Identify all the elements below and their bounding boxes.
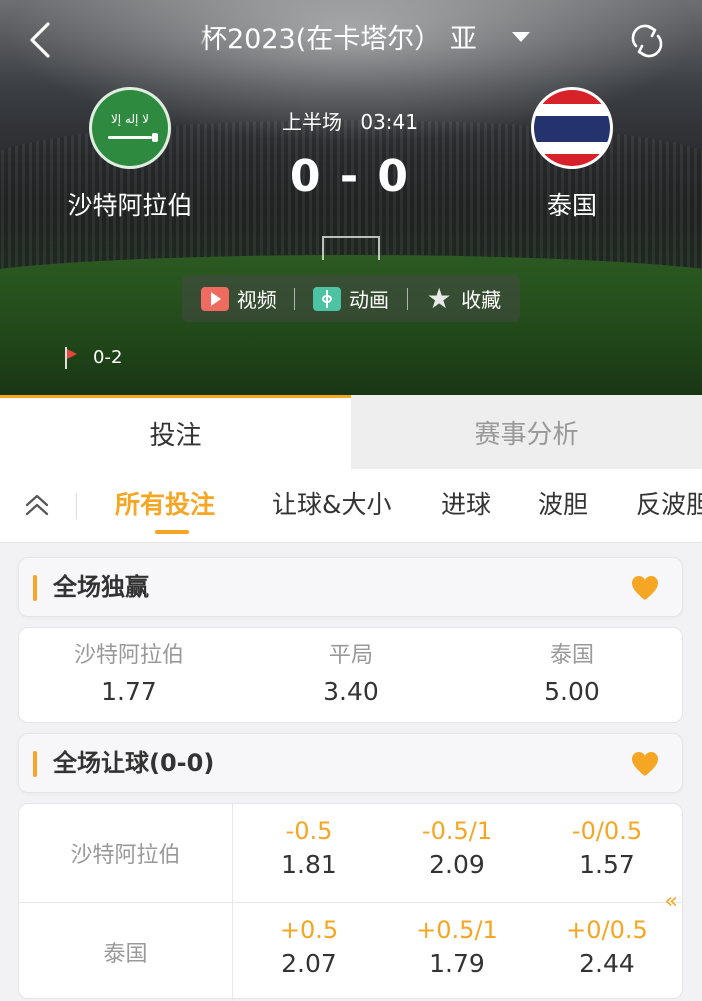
heart-icon bbox=[632, 576, 658, 600]
handicap-line: -0.5 bbox=[285, 817, 333, 845]
odds-option-label: 平局 bbox=[328, 643, 373, 668]
handicap-line: +0.5/1 bbox=[416, 916, 498, 944]
odds-option-draw[interactable]: 平局 3.40 bbox=[241, 638, 461, 710]
handicap-odds-cell[interactable]: -0/0.5 1.57 bbox=[532, 814, 682, 882]
odds-value: 1.57 bbox=[579, 850, 635, 879]
corner-count-value: 0-2 bbox=[93, 347, 123, 368]
odds-value: 5.00 bbox=[544, 677, 600, 706]
favorite-market-button[interactable] bbox=[630, 750, 660, 778]
favorite-label: 收藏 bbox=[461, 288, 502, 312]
refresh-button[interactable] bbox=[628, 22, 666, 60]
handicap-odds-cell[interactable]: +0/0.5 2.44 bbox=[532, 913, 682, 981]
favorite-button[interactable]: ★ 收藏 bbox=[425, 281, 502, 315]
handicap-line: +0.5 bbox=[279, 916, 339, 944]
match-status: 上半场 03:41 bbox=[250, 109, 450, 135]
market-header-full-time-winner[interactable]: 全场独赢 bbox=[18, 557, 683, 617]
handicap-team-name: 沙特阿拉伯 bbox=[19, 804, 233, 902]
odds-value: 3.40 bbox=[323, 677, 379, 706]
odds-option-away[interactable]: 泰国 5.00 bbox=[462, 638, 682, 710]
odds-option-label: 泰国 bbox=[549, 643, 594, 668]
top-bar: 杯2023(在卡塔尔） 亚 bbox=[0, 0, 702, 80]
animation-button[interactable]: 动画 bbox=[312, 284, 389, 313]
odds-card-full-time-winner: 沙特阿拉伯 1.77 平局 3.40 泰国 5.00 bbox=[18, 627, 683, 723]
double-chevron-up-icon bbox=[25, 494, 49, 516]
handicap-line: -0.5/1 bbox=[421, 817, 493, 845]
handicap-team-name: 泰国 bbox=[19, 903, 233, 1001]
collapse-button[interactable] bbox=[22, 491, 52, 521]
flag-stripe bbox=[534, 116, 610, 142]
handicap-line: +0/0.5 bbox=[566, 916, 648, 944]
handicap-odds-cell[interactable]: +0.5 2.07 bbox=[234, 913, 384, 981]
match-hero: 杯2023(在卡塔尔） 亚 ﻻ ﺇﻟﻪ ﺇﻻ 沙特阿拉伯 泰国 上半场 03:4… bbox=[0, 0, 702, 395]
flag-script-mark: ﻻ ﺇﻟﻪ ﺇﻻ bbox=[110, 112, 150, 126]
chevron-left-icon bbox=[30, 22, 50, 58]
heart-icon bbox=[632, 752, 658, 776]
refresh-icon bbox=[631, 24, 663, 58]
flag-stripe bbox=[534, 104, 610, 116]
caret-down-icon[interactable] bbox=[512, 32, 530, 42]
tab-match-analysis[interactable]: 赛事分析 bbox=[351, 395, 702, 469]
market-filter-tabs: 所有投注 让球&大小 进球 波胆 反波胆 bbox=[0, 469, 702, 543]
handicap-odds-cell[interactable]: -0.5 1.81 bbox=[234, 814, 384, 882]
media-divider bbox=[406, 287, 408, 310]
subtab-correct-score[interactable]: 波胆 bbox=[538, 488, 588, 522]
section-accent-bar bbox=[33, 575, 37, 601]
flag-sword-mark bbox=[108, 133, 158, 142]
subtab-all-bets[interactable]: 所有投注 bbox=[115, 488, 215, 522]
pitch-icon bbox=[312, 286, 341, 311]
handicap-odds-cell[interactable]: +0.5/1 1.79 bbox=[382, 913, 532, 981]
away-team-flag[interactable] bbox=[531, 87, 613, 169]
away-team-name[interactable]: 泰国 bbox=[482, 190, 662, 222]
subtab-anti-correct-score[interactable]: 反波胆 bbox=[636, 488, 702, 522]
video-label: 视频 bbox=[236, 288, 277, 312]
odds-value: 2.09 bbox=[429, 850, 485, 879]
odds-value: 2.07 bbox=[281, 949, 337, 978]
market-title: 全场让球(0-0) bbox=[53, 749, 215, 777]
home-team-name[interactable]: 沙特阿拉伯 bbox=[40, 190, 220, 222]
flag-stripe bbox=[534, 142, 610, 154]
market-title: 全场独赢 bbox=[53, 573, 149, 601]
section-accent-bar bbox=[33, 751, 37, 777]
video-button[interactable]: 视频 bbox=[200, 284, 277, 313]
animation-label: 动画 bbox=[348, 288, 389, 312]
corner-count: 0-2 bbox=[63, 345, 122, 371]
back-button[interactable] bbox=[22, 20, 62, 60]
favorite-market-button[interactable] bbox=[630, 574, 660, 602]
corner-flag-icon bbox=[63, 347, 77, 369]
odds-value: 1.79 bbox=[429, 949, 485, 978]
subtab-handicap-over-under[interactable]: 让球&大小 bbox=[272, 488, 392, 522]
odds-option-home[interactable]: 沙特阿拉伯 1.77 bbox=[19, 638, 239, 710]
odds-value: 1.77 bbox=[101, 677, 157, 706]
sub-tabs-divider bbox=[76, 493, 77, 519]
league-title[interactable]: 杯2023(在卡塔尔） 亚 bbox=[200, 22, 510, 58]
goal-frame bbox=[322, 236, 380, 260]
odds-value: 2.44 bbox=[579, 949, 635, 978]
subtab-goals[interactable]: 进球 bbox=[441, 488, 491, 522]
handicap-odds-cell[interactable]: -0.5/1 2.09 bbox=[382, 814, 532, 882]
media-bar: 视频 动画 ★ 收藏 bbox=[182, 275, 520, 322]
handicap-row-home: 沙特阿拉伯 -0.5 1.81 -0.5/1 2.09 -0/0.5 1.57 bbox=[19, 804, 682, 902]
match-score: 0 - 0 bbox=[289, 151, 411, 202]
media-divider bbox=[294, 287, 296, 310]
match-clock: 03:41 bbox=[360, 110, 418, 134]
handicap-line: -0/0.5 bbox=[571, 817, 643, 845]
match-period: 上半场 bbox=[282, 110, 342, 134]
odds-option-label: 沙特阿拉伯 bbox=[73, 643, 184, 668]
market-header-handicap[interactable]: 全场让球(0-0) bbox=[18, 733, 683, 793]
more-lines-arrow-icon[interactable]: « bbox=[665, 889, 678, 914]
active-tab-underline bbox=[155, 530, 189, 534]
flag-stripe bbox=[534, 90, 610, 104]
odds-value: 1.81 bbox=[281, 850, 337, 879]
video-play-icon bbox=[200, 286, 229, 311]
main-tabs: 投注 赛事分析 bbox=[0, 395, 702, 469]
odds-card-handicap: 沙特阿拉伯 -0.5 1.81 -0.5/1 2.09 -0/0.5 1.57 … bbox=[18, 803, 683, 1001]
tab-betting[interactable]: 投注 bbox=[0, 395, 351, 469]
star-icon: ★ bbox=[426, 281, 452, 315]
home-team-flag[interactable]: ﻻ ﺇﻟﻪ ﺇﻻ bbox=[89, 87, 171, 169]
handicap-grid: 沙特阿拉伯 -0.5 1.81 -0.5/1 2.09 -0/0.5 1.57 … bbox=[19, 804, 682, 1001]
handicap-row-away: 泰国 +0.5 2.07 +0.5/1 1.79 +0/0.5 2.44 bbox=[19, 902, 682, 1001]
